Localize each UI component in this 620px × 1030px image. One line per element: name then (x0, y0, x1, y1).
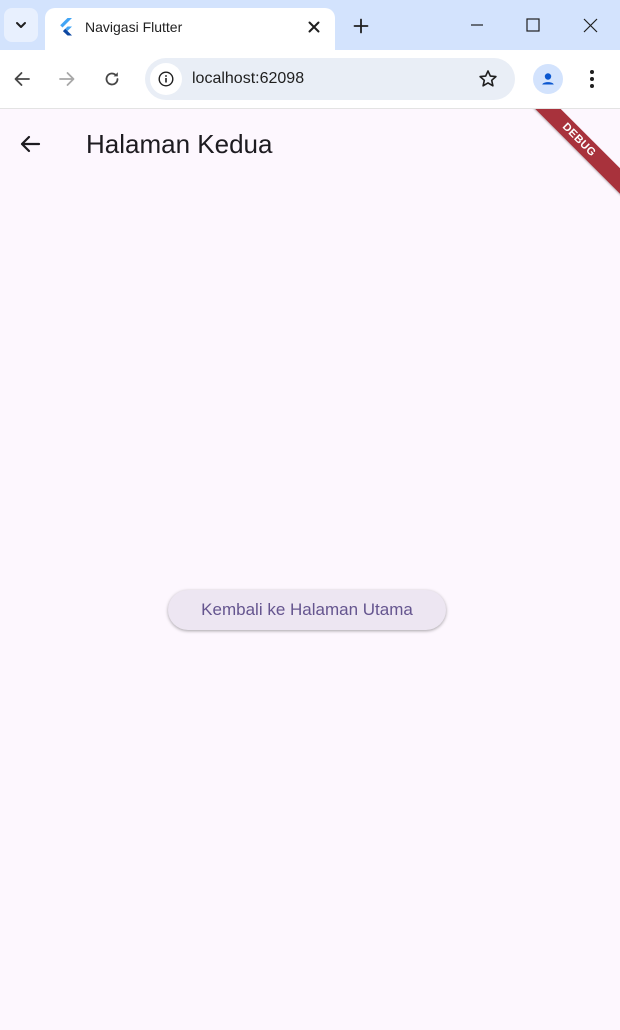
bookmark-button[interactable] (475, 66, 501, 92)
tab-title: Navigasi Flutter (85, 19, 183, 35)
page-title: Halaman Kedua (86, 129, 273, 159)
maximize-button[interactable] (513, 8, 553, 42)
more-vert-icon (590, 70, 594, 88)
reload-button[interactable] (96, 63, 128, 95)
close-icon (308, 21, 320, 33)
chevron-down-icon (16, 22, 26, 28)
app-content: Halaman Kedua DEBUG Kembali ke Halaman U… (0, 109, 620, 1030)
arrow-left-icon (20, 135, 41, 153)
browser-toolbar: localhost:62098 (0, 50, 620, 109)
minimize-button[interactable] (457, 8, 497, 42)
tab-search-button[interactable] (4, 8, 38, 42)
browser-tab[interactable]: Navigasi Flutter (45, 8, 335, 50)
flutter-logo (60, 18, 72, 36)
tab-close-button[interactable] (303, 16, 325, 38)
plus-icon (353, 18, 369, 34)
tab-strip: Navigasi Flutter (0, 0, 620, 50)
new-tab-button[interactable] (347, 12, 375, 40)
browser-menu-button[interactable] (576, 63, 608, 95)
forward-button[interactable] (51, 63, 83, 95)
maximize-icon (526, 18, 540, 32)
back-to-home-label: Kembali ke Halaman Utama (201, 600, 413, 619)
back-to-home-button[interactable]: Kembali ke Halaman Utama (168, 590, 446, 630)
close-window-button[interactable] (570, 8, 610, 42)
back-button[interactable] (6, 63, 38, 95)
minimize-icon (471, 24, 483, 26)
arrow-right-icon (59, 72, 75, 86)
info-icon (158, 71, 174, 87)
url-text[interactable]: localhost:62098 (192, 69, 304, 89)
app-back-button[interactable] (10, 124, 50, 164)
profile-button[interactable] (533, 64, 563, 94)
arrow-left-icon (14, 72, 30, 86)
star-icon (479, 70, 497, 87)
app-bar: Halaman Kedua (0, 109, 620, 175)
address-bar[interactable]: localhost:62098 (145, 58, 515, 100)
site-info-button[interactable] (150, 63, 182, 95)
reload-icon (105, 72, 119, 86)
person-icon (539, 70, 557, 88)
close-icon (583, 18, 597, 32)
